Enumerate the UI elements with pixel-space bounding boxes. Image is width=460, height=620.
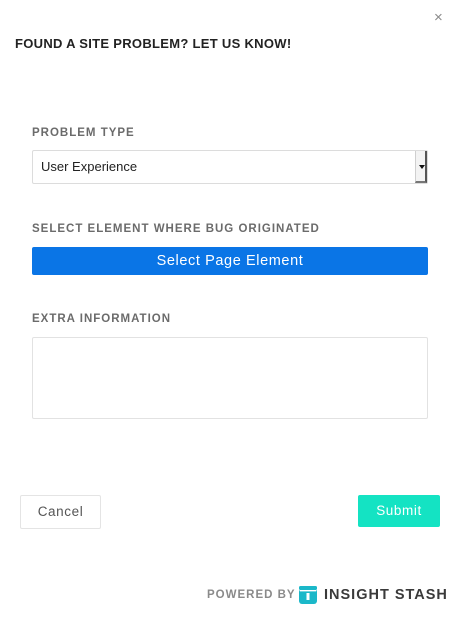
dialog-title: FOUND A SITE PROBLEM? LET US KNOW! bbox=[15, 36, 292, 51]
problem-type-select[interactable]: User Experience bbox=[32, 150, 428, 184]
insight-stash-logo-icon bbox=[299, 586, 317, 604]
powered-by-label: POWERED BY bbox=[207, 589, 296, 601]
problem-type-label: PROBLEM TYPE bbox=[32, 127, 135, 139]
close-icon[interactable]: × bbox=[434, 10, 443, 26]
extra-information-label: EXTRA INFORMATION bbox=[32, 313, 172, 325]
submit-button[interactable]: Submit bbox=[358, 495, 440, 527]
brand-name: INSIGHT STASH bbox=[324, 587, 448, 603]
select-element-label: SELECT ELEMENT WHERE BUG ORIGINATED bbox=[32, 223, 320, 235]
select-page-element-button[interactable]: Select Page Element bbox=[32, 247, 428, 275]
problem-type-value: User Experience bbox=[41, 159, 138, 174]
insight-stash-logo[interactable]: INSIGHT STASH bbox=[299, 586, 448, 604]
extra-information-textarea[interactable] bbox=[32, 337, 428, 419]
dropdown-arrow-icon[interactable] bbox=[415, 151, 427, 183]
cancel-button[interactable]: Cancel bbox=[20, 495, 101, 529]
